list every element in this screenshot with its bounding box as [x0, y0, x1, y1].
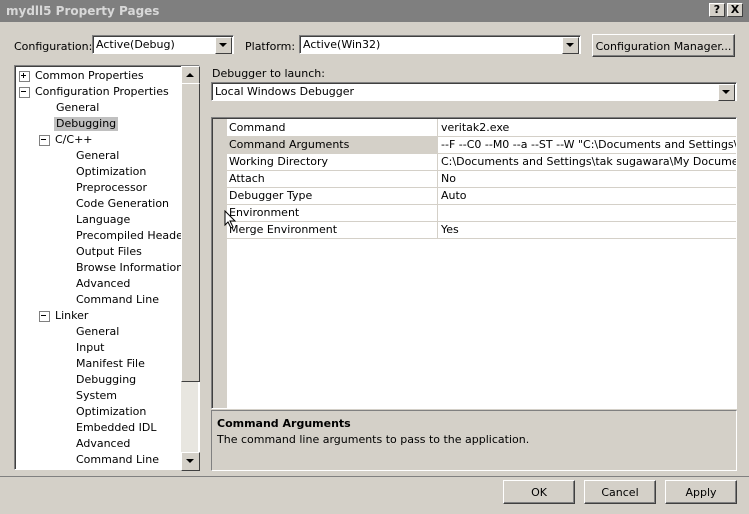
close-button[interactable]: X — [727, 3, 743, 17]
tree-item[interactable]: Optimization — [74, 165, 148, 179]
cursor-icon — [224, 210, 237, 229]
description-panel: Command Arguments The command line argum… — [211, 410, 737, 471]
property-name: Debugger Type — [229, 189, 313, 202]
cancel-button[interactable]: Cancel — [584, 480, 656, 504]
property-value[interactable]: --F --C0 --M0 --a --ST --W "C:\Documents… — [441, 138, 736, 151]
tree-item[interactable]: Manifest File — [74, 357, 147, 371]
configuration-combo[interactable]: Active(Debug) — [92, 35, 234, 54]
tree-item[interactable]: General — [74, 149, 121, 163]
column-divider — [437, 153, 438, 170]
debugger-value: Local Windows Debugger — [215, 85, 355, 98]
property-name: Merge Environment — [229, 223, 338, 236]
chevron-down-icon[interactable] — [215, 37, 232, 54]
property-row[interactable]: Debugger Type Auto — [227, 187, 736, 205]
property-value[interactable]: Auto — [441, 189, 736, 202]
tree-item[interactable]: Linker — [53, 309, 90, 323]
apply-button[interactable]: Apply — [665, 480, 737, 504]
tree-item[interactable]: Debugging — [74, 373, 138, 387]
property-row[interactable]: Merge Environment Yes — [227, 221, 736, 239]
tree-item[interactable]: Embedded IDL — [74, 421, 158, 435]
window-title: mydll5 Property Pages — [6, 4, 160, 18]
tree-item[interactable]: Browse Information — [74, 261, 185, 275]
platform-label: Platform: — [245, 40, 296, 53]
property-name: Working Directory — [229, 155, 329, 168]
property-row[interactable]: Working Directory C:\Documents and Settin… — [227, 153, 736, 171]
cancel-label: Cancel — [601, 486, 639, 499]
column-divider — [437, 221, 438, 238]
collapse-icon[interactable] — [39, 311, 50, 322]
ok-button[interactable]: OK — [503, 480, 575, 504]
tree-item[interactable]: Code Generation — [74, 197, 171, 211]
column-divider — [437, 204, 438, 221]
property-row[interactable]: Command Arguments --F --C0 --M0 --a --ST … — [227, 136, 736, 154]
tree-item[interactable]: Advanced — [74, 277, 132, 291]
tree-item[interactable]: Optimization — [74, 405, 148, 419]
configuration-label: Configuration: — [14, 40, 93, 53]
chevron-down-icon[interactable] — [562, 37, 579, 54]
tree-item[interactable]: Command Line — [74, 293, 161, 307]
property-name: Command Arguments — [229, 138, 350, 151]
tree-item[interactable]: Debugging — [54, 117, 119, 131]
property-row[interactable]: Command veritak2.exe — [227, 119, 736, 137]
tree-item[interactable]: Language — [74, 213, 132, 227]
chevron-down-icon[interactable] — [718, 84, 735, 101]
tree-item[interactable]: General — [74, 325, 121, 339]
property-value[interactable]: C:\Documents and Settings\tak sugawara\M… — [441, 155, 736, 168]
tree-item[interactable]: Common Properties — [33, 69, 146, 83]
tree-item[interactable]: Input — [74, 341, 106, 355]
description-title: Command Arguments — [217, 417, 351, 430]
column-divider — [437, 187, 438, 204]
tree-item[interactable]: Configuration Properties — [33, 85, 171, 99]
tree-scrollbar[interactable] — [181, 66, 200, 471]
property-tree[interactable]: Common Properties Configuration Propertie… — [14, 65, 200, 470]
column-divider — [437, 170, 438, 187]
property-row[interactable]: Attach No — [227, 170, 736, 188]
tree-item[interactable]: Preprocessor — [74, 181, 149, 195]
grid-gutter — [213, 119, 227, 408]
property-value[interactable]: veritak2.exe — [441, 121, 736, 134]
expand-icon[interactable] — [19, 71, 30, 82]
configuration-value: Active(Debug) — [96, 38, 175, 51]
platform-combo[interactable]: Active(Win32) — [299, 35, 581, 54]
platform-value: Active(Win32) — [303, 38, 381, 51]
property-name: Environment — [229, 206, 300, 219]
configuration-manager-button[interactable]: Configuration Manager... — [592, 34, 735, 57]
scroll-down-icon[interactable] — [181, 452, 200, 471]
scroll-thumb[interactable] — [181, 83, 200, 382]
title-bar: mydll5 Property Pages ? X — [0, 0, 749, 22]
column-divider — [437, 119, 438, 136]
property-row[interactable]: Environment — [227, 204, 736, 222]
configuration-manager-label: Configuration Manager... — [595, 40, 732, 53]
tree-item[interactable]: Command Line — [74, 453, 161, 467]
property-grid: Command veritak2.exe Command Arguments --F … — [211, 117, 737, 409]
property-value[interactable]: Yes — [441, 223, 736, 236]
collapse-icon[interactable] — [39, 135, 50, 146]
debugger-label: Debugger to launch: — [212, 67, 325, 80]
tree-item[interactable]: General — [54, 101, 101, 115]
column-divider — [437, 136, 438, 153]
tree-item[interactable]: Advanced — [74, 437, 132, 451]
description-text: The command line arguments to pass to th… — [217, 433, 530, 446]
tree-item[interactable]: Output Files — [74, 245, 144, 259]
apply-label: Apply — [685, 486, 717, 499]
tree-item[interactable]: C/C++ — [53, 133, 95, 147]
tree-item[interactable]: System — [74, 389, 119, 403]
property-name: Command — [229, 121, 286, 134]
tree-item[interactable]: Precompiled Headers — [74, 229, 195, 243]
ok-label: OK — [531, 486, 547, 499]
debugger-combo[interactable]: Local Windows Debugger — [211, 82, 737, 101]
collapse-icon[interactable] — [19, 87, 30, 98]
property-value[interactable]: No — [441, 172, 736, 185]
divider — [0, 476, 749, 477]
property-name: Attach — [229, 172, 265, 185]
help-button[interactable]: ? — [709, 3, 725, 17]
